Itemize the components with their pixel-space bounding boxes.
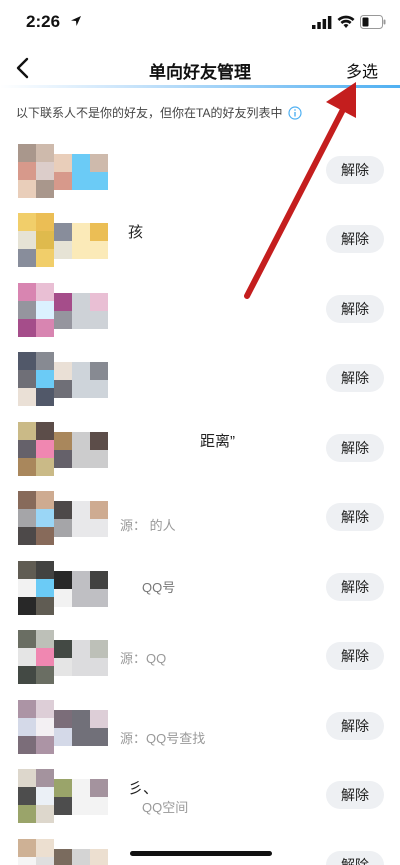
location-icon [71, 16, 81, 26]
contact-row[interactable]: 距离” 解除 [0, 414, 400, 484]
notice-text: 以下联系人不是你的好友，但你在TA的好友列表中 [16, 106, 283, 120]
nav-bar: 单向好友管理 多选 [0, 46, 400, 90]
avatar [18, 630, 114, 686]
avatar [18, 839, 114, 865]
home-indicator [130, 851, 272, 856]
contact-row[interactable]: 解除 [0, 275, 400, 345]
battery-icon [360, 15, 386, 29]
nav-underline [0, 85, 400, 88]
avatar [18, 283, 114, 339]
avatar [18, 491, 114, 547]
contact-row[interactable]: QQ号 解除 [0, 553, 400, 623]
avatar [18, 769, 114, 825]
contact-name: 彡、 [128, 780, 159, 797]
avatar [18, 352, 114, 408]
contact-row[interactable]: 源：QQ 解除 [0, 622, 400, 692]
avatar [18, 422, 114, 478]
contact-row[interactable]: 源： 的人 解除 [0, 483, 400, 553]
info-icon[interactable] [288, 105, 303, 120]
avatar [18, 213, 114, 269]
status-bar: 2:26 [0, 0, 400, 46]
remove-button[interactable]: 解除 [326, 642, 384, 670]
multi-select-button[interactable]: 多选 [346, 58, 378, 82]
notice: 以下联系人不是你的好友，但你在TA的好友列表中 [16, 104, 303, 121]
wifi-icon [337, 15, 355, 28]
signal-icon [312, 16, 332, 29]
contact-source: QQ空间 [142, 800, 189, 815]
remove-button[interactable]: 解除 [326, 225, 384, 253]
contact-row[interactable]: 解除 [0, 344, 400, 414]
status-time: 2:26 [26, 12, 61, 31]
avatar [18, 561, 114, 617]
contact-source: 源： 的人 [120, 518, 176, 533]
contact-row[interactable]: 源：QQ号查找 解除 [0, 692, 400, 762]
contact-name: 距离” [200, 433, 235, 450]
remove-button[interactable]: 解除 [326, 156, 384, 184]
contact-row[interactable]: 解除 [0, 136, 400, 206]
contact-source: 源：QQ [120, 651, 167, 666]
contact-row[interactable]: 孩 解除 [0, 205, 400, 275]
remove-button[interactable]: 解除 [326, 295, 384, 323]
contact-source: QQ号 [142, 580, 176, 595]
remove-button[interactable]: 解除 [326, 712, 384, 740]
avatar [18, 144, 114, 200]
contact-row[interactable]: 彡、 QQ空间 解除 [0, 761, 400, 831]
remove-button[interactable]: 解除 [326, 364, 384, 392]
contact-name: 孩 [128, 224, 144, 241]
remove-button[interactable]: 解除 [326, 503, 384, 531]
remove-button[interactable]: 解除 [326, 434, 384, 462]
remove-button[interactable]: 解除 [326, 781, 384, 809]
page-title: 单向好友管理 [149, 63, 251, 82]
remove-button[interactable]: 解除 [326, 573, 384, 601]
remove-button[interactable]: 解除 [326, 851, 384, 865]
contact-source: 源：QQ号查找 [120, 731, 206, 746]
avatar [18, 700, 114, 756]
contact-row[interactable]: 解除 [0, 831, 400, 865]
